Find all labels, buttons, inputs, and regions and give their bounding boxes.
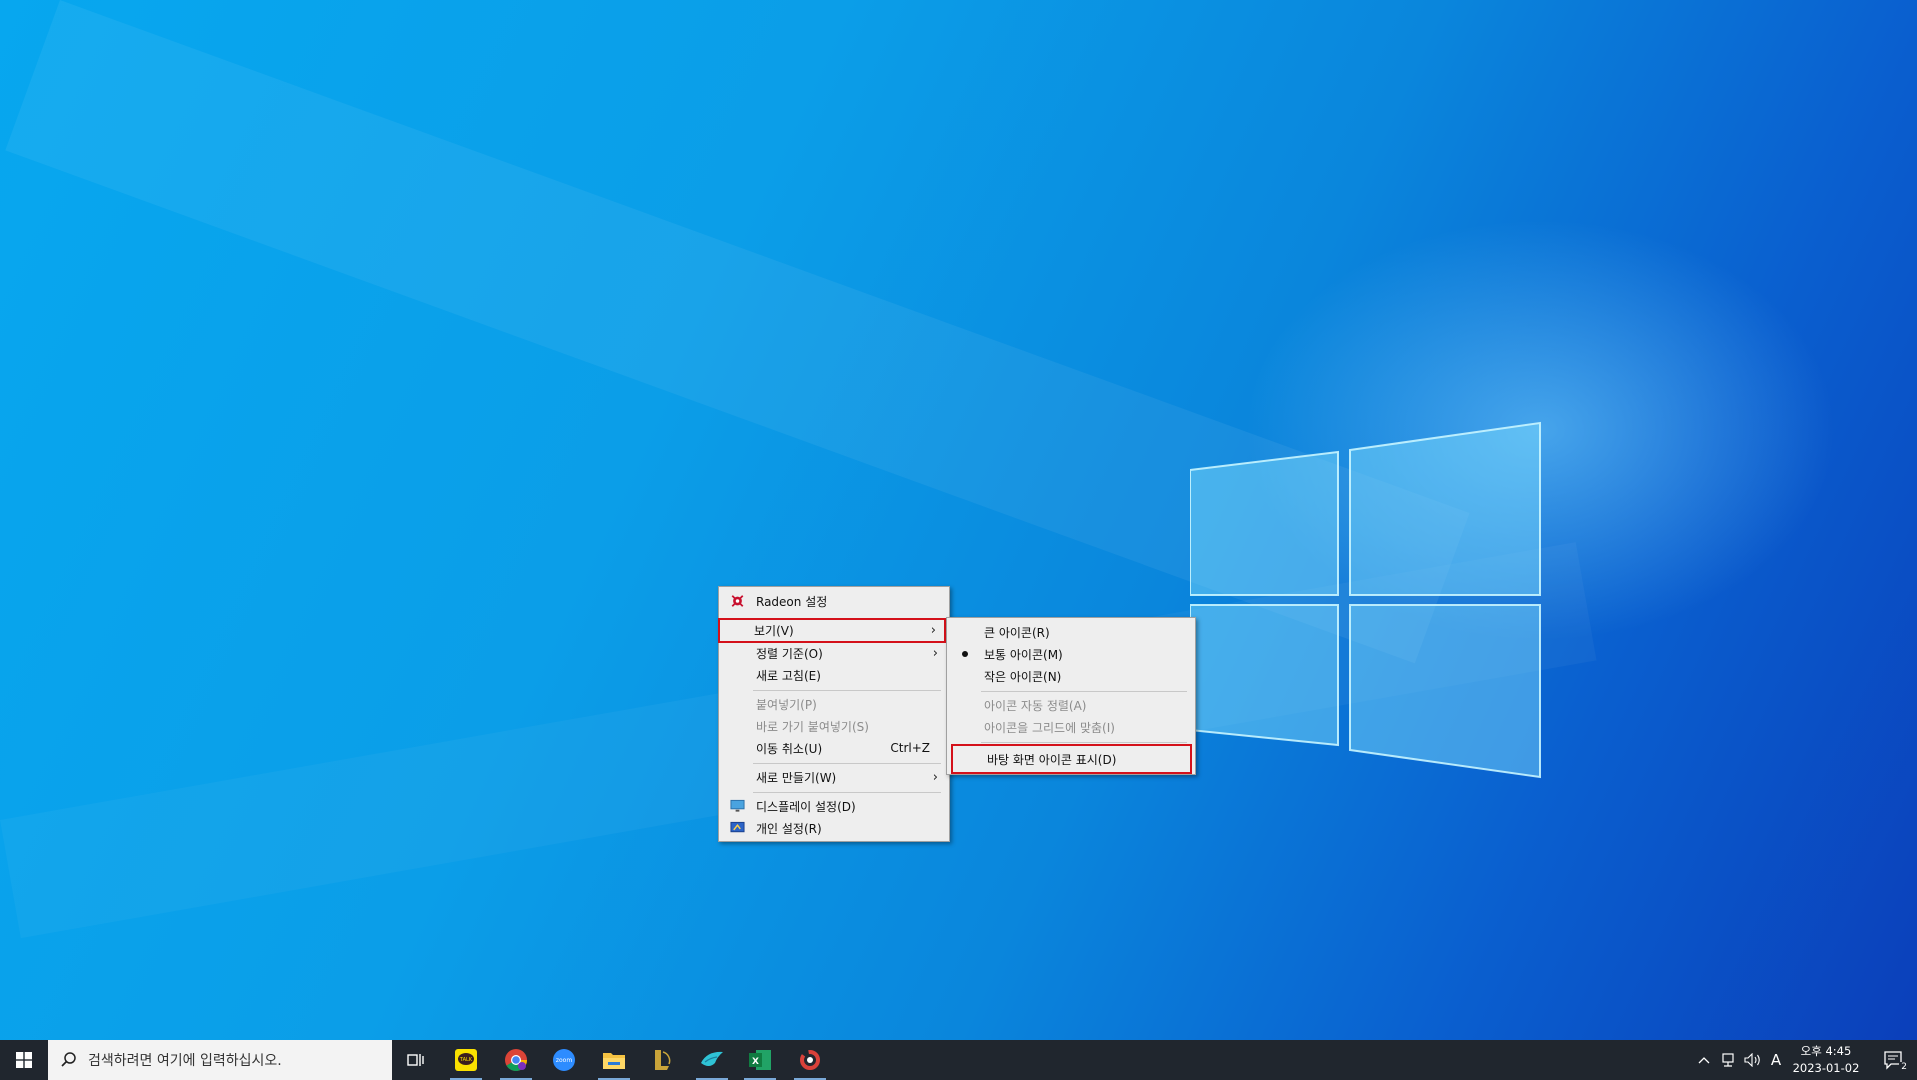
desktop-background[interactable]	[0, 0, 1917, 1040]
menu-item-label: 바로 가기 붙여넣기(S)	[756, 719, 869, 734]
radeon-icon	[731, 595, 744, 607]
taskbar-app-kakaotalk[interactable]: TALK	[442, 1040, 490, 1080]
taskbar-app-chrome[interactable]	[492, 1040, 540, 1080]
file-explorer-icon	[603, 1053, 625, 1069]
menu-item-label: 붙여넣기(P)	[756, 697, 817, 712]
task-view-icon	[407, 1054, 424, 1066]
svg-text:X: X	[752, 1057, 759, 1067]
svg-text:zoom: zoom	[556, 1057, 572, 1064]
desktop-context-menu: Radeon 설정 보기(V) › 정렬 기준(O) › 새로 고침(E) 붙여…	[718, 586, 950, 842]
start-button[interactable]	[0, 1040, 48, 1080]
submenu-arrow-icon: ›	[932, 769, 938, 785]
menu-item-label: 아이콘을 그리드에 맞춤(I)	[984, 720, 1115, 735]
search-icon	[61, 1052, 76, 1067]
league-icon	[655, 1050, 671, 1070]
windows-logo-wallpaper	[1190, 421, 1541, 779]
view-submenu: 큰 아이콘(R) 보통 아이콘(M) 작은 아이콘(N) 아이콘 자동 정렬(A…	[946, 617, 1196, 775]
tray-volume[interactable]	[1742, 1040, 1764, 1080]
zoom-icon: zoom	[553, 1049, 575, 1071]
personalize-icon	[730, 821, 745, 833]
menu-item-label: 새로 고침(E)	[756, 668, 821, 683]
menu-separator	[753, 763, 941, 764]
submenu-item-medium-icons[interactable]: 보통 아이콘(M)	[950, 643, 1192, 665]
menu-item-paste: 붙여넣기(P)	[722, 693, 946, 715]
submenu-item-small-icons[interactable]: 작은 아이콘(N)	[950, 665, 1192, 687]
display-icon	[730, 799, 745, 812]
menu-item-label: 바탕 화면 아이콘 표시(D)	[987, 752, 1117, 767]
menu-item-personalize[interactable]: 개인 설정(R)	[722, 817, 946, 839]
tray-network[interactable]	[1718, 1040, 1738, 1080]
network-icon	[1722, 1053, 1734, 1067]
submenu-arrow-icon: ›	[930, 623, 936, 638]
menu-separator	[753, 792, 941, 793]
menu-item-label: 큰 아이콘(R)	[984, 625, 1050, 640]
menu-item-label: 새로 만들기(W)	[756, 770, 837, 785]
tray-overflow-button[interactable]	[1694, 1040, 1714, 1080]
submenu-arrow-icon: ›	[932, 645, 938, 661]
selected-bullet-icon	[962, 651, 968, 657]
menu-item-paste-shortcut: 바로 가기 붙여넣기(S)	[722, 715, 946, 737]
menu-separator	[981, 742, 1187, 743]
menu-item-label: 보기(V)	[754, 624, 794, 638]
search-placeholder: 검색하려면 여기에 입력하십시오.	[88, 1053, 282, 1069]
submenu-item-auto-arrange: 아이콘 자동 정렬(A)	[950, 694, 1192, 716]
menu-item-label: 이동 취소(U)	[756, 741, 823, 756]
submenu-item-large-icons[interactable]: 큰 아이콘(R)	[950, 621, 1192, 643]
menu-item-refresh[interactable]: 새로 고침(E)	[722, 664, 946, 686]
taskbar-app-ring[interactable]	[786, 1040, 834, 1080]
taskbar-app-file-explorer[interactable]	[590, 1040, 638, 1080]
speaker-icon	[1744, 1053, 1760, 1067]
menu-item-label: 디스플레이 설정(D)	[756, 799, 856, 814]
menu-item-label: 보통 아이콘(M)	[984, 647, 1063, 662]
notification-count-badge: 2	[1899, 1062, 1909, 1072]
menu-item-label: 아이콘 자동 정렬(A)	[984, 698, 1087, 713]
task-view-button[interactable]	[392, 1040, 440, 1080]
clock-time: 오후 4:45	[1800, 1044, 1852, 1058]
menu-item-radeon-settings[interactable]: Radeon 설정	[722, 590, 946, 612]
bird-app-icon	[701, 1051, 723, 1066]
menu-item-view[interactable]: 보기(V) ›	[718, 618, 946, 643]
taskbar-search-box[interactable]: 검색하려면 여기에 입력하십시오.	[48, 1040, 392, 1080]
shortcut-label: Ctrl+Z	[890, 741, 930, 755]
taskbar-clock[interactable]: 오후 4:45 2023-01-02	[1788, 1043, 1864, 1077]
menu-item-label: 작은 아이콘(N)	[984, 669, 1062, 684]
menu-item-label: 개인 설정(R)	[756, 821, 822, 836]
menu-item-undo-move[interactable]: 이동 취소(U) Ctrl+Z	[722, 737, 946, 759]
windows-start-icon	[16, 1052, 32, 1068]
chevron-up-icon	[1698, 1057, 1710, 1064]
taskbar-app-league[interactable]	[638, 1040, 686, 1080]
excel-icon: X	[749, 1050, 771, 1070]
kakaotalk-icon: TALK	[455, 1049, 477, 1071]
submenu-item-align-to-grid: 아이콘을 그리드에 맞춤(I)	[950, 716, 1192, 738]
taskbar-app-excel[interactable]: X	[736, 1040, 784, 1080]
menu-item-display-settings[interactable]: 디스플레이 설정(D)	[722, 795, 946, 817]
taskbar: 검색하려면 여기에 입력하십시오. TALK zoom X A 오후 4:45 …	[0, 1040, 1917, 1080]
clock-date: 2023-01-02	[1792, 1061, 1860, 1075]
menu-item-label: Radeon 설정	[756, 594, 828, 609]
menu-item-sort-by[interactable]: 정렬 기준(O) ›	[722, 642, 946, 664]
app-ring-icon	[800, 1050, 820, 1070]
taskbar-app-bird[interactable]	[688, 1040, 736, 1080]
tray-ime-indicator[interactable]: A	[1766, 1040, 1786, 1080]
menu-separator	[753, 690, 941, 691]
action-center-button[interactable]: 2	[1870, 1040, 1917, 1080]
menu-separator	[981, 691, 1187, 692]
taskbar-app-zoom[interactable]: zoom	[540, 1040, 588, 1080]
menu-item-label: 정렬 기준(O)	[756, 646, 823, 661]
submenu-item-show-desktop-icons[interactable]: 바탕 화면 아이콘 표시(D)	[951, 744, 1192, 774]
menu-item-new[interactable]: 새로 만들기(W) ›	[722, 766, 946, 788]
chrome-icon	[505, 1049, 527, 1071]
svg-text:TALK: TALK	[459, 1057, 473, 1063]
